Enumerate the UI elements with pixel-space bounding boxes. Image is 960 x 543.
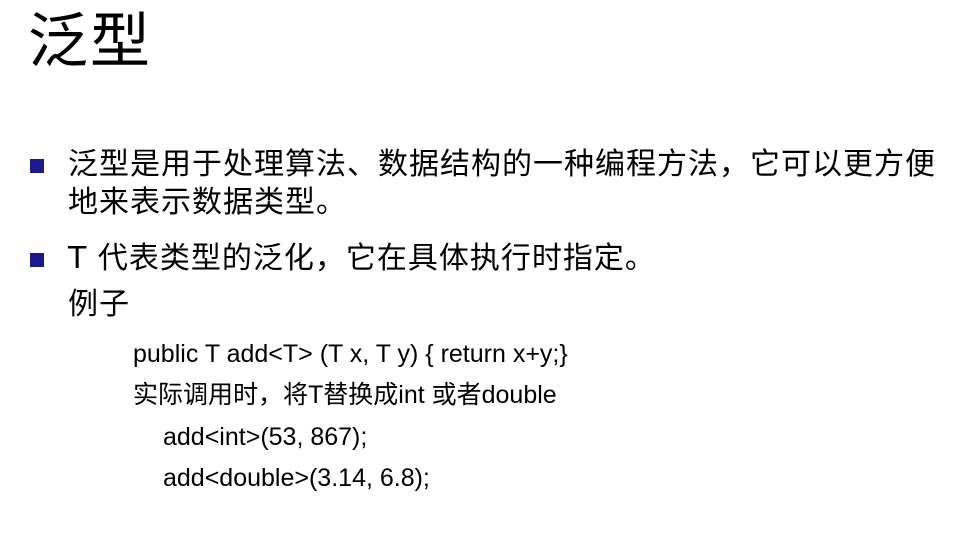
example-label: 例子 [68,287,130,322]
bullet-item-1: 泛型是用于处理算法、数据结构的一种编程方法，它可以更方便地来表示数据类型。 [30,146,938,222]
bullet-item-2: T 代表类型的泛化，它在具体执行时指定。 [30,240,938,278]
bullet-text-1: 泛型是用于处理算法、数据结构的一种编程方法，它可以更方便地来表示数据类型。 [68,147,936,220]
bullet-text-2: T 代表类型的泛化，它在具体执行时指定。 [68,241,656,276]
code-line-double-call: add<double>(3.14, 6.8); [163,464,430,492]
square-bullet-icon [30,159,44,173]
square-bullet-icon [30,253,44,267]
code-line-int-call: add<int>(53, 867); [163,423,368,451]
slide: 泛型 泛型是用于处理算法、数据结构的一种编程方法，它可以更方便地来表示数据类型。… [0,0,960,543]
code-line-replacement-note: 实际调用时，将T替换成int 或者double [133,381,557,409]
slide-title: 泛型 [28,7,152,77]
code-line-generic-signature: public T add<T> (T x, T y) { return x+y;… [133,340,568,368]
